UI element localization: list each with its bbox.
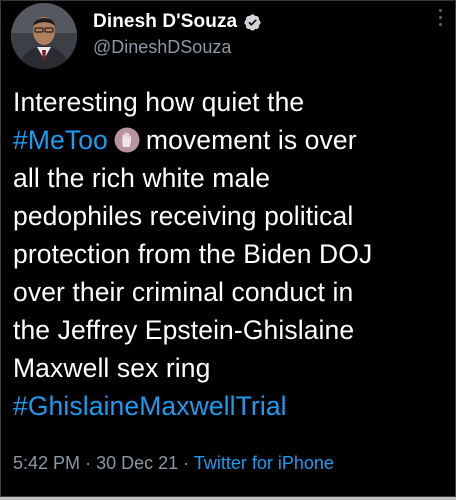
avatar[interactable]	[11, 3, 77, 69]
tweet-line: Maxwell sex ring	[13, 353, 211, 383]
tweet-line: pedophiles receiving political	[13, 201, 354, 231]
tweet-card[interactable]: Dinesh D'Souza @DineshDSouza Interesting…	[0, 0, 456, 497]
meta-separator: ·	[183, 453, 190, 473]
raised-hand-emoji-icon	[114, 127, 140, 153]
author-name[interactable]: Dinesh D'Souza	[93, 11, 237, 33]
hashtag-metoo[interactable]: #MeToo	[13, 125, 108, 155]
avatar-photo	[11, 3, 77, 69]
tweet-line: over their criminal conduct in	[13, 277, 354, 307]
author-name-row[interactable]: Dinesh D'Souza	[93, 7, 262, 37]
tweet-date[interactable]: 30 Dec 21	[96, 453, 178, 473]
tweet-source-link[interactable]: Twitter for iPhone	[194, 453, 334, 473]
verified-badge-icon	[244, 13, 261, 31]
tweet-line: protection from the Biden DOJ	[13, 239, 373, 269]
more-options-icon[interactable]	[437, 9, 443, 35]
tweet-line: #GhislaineMaxwellTrial	[13, 387, 453, 425]
tweet-text: Interesting how quiet the #MeToo movement…	[13, 83, 453, 425]
author-handle[interactable]: @DineshDSouza	[93, 37, 231, 58]
tweet-line: the Jeffrey Epstein-Ghislaine	[13, 315, 355, 345]
tweet-line: Interesting how quiet the	[13, 87, 305, 117]
tweet-line: #MeToo movement is over	[13, 121, 453, 159]
hashtag-ghislainemaxwelltrial[interactable]: #GhislaineMaxwellTrial	[13, 391, 287, 421]
tweet-time[interactable]: 5:42 PM	[13, 453, 80, 473]
meta-separator: ·	[85, 453, 92, 473]
tweet-line-tail: movement is over	[145, 125, 357, 155]
tweet-line: all the rich white male	[13, 163, 271, 193]
tweet-meta: 5:42 PM · 30 Dec 21 · Twitter for iPhone	[13, 453, 334, 474]
